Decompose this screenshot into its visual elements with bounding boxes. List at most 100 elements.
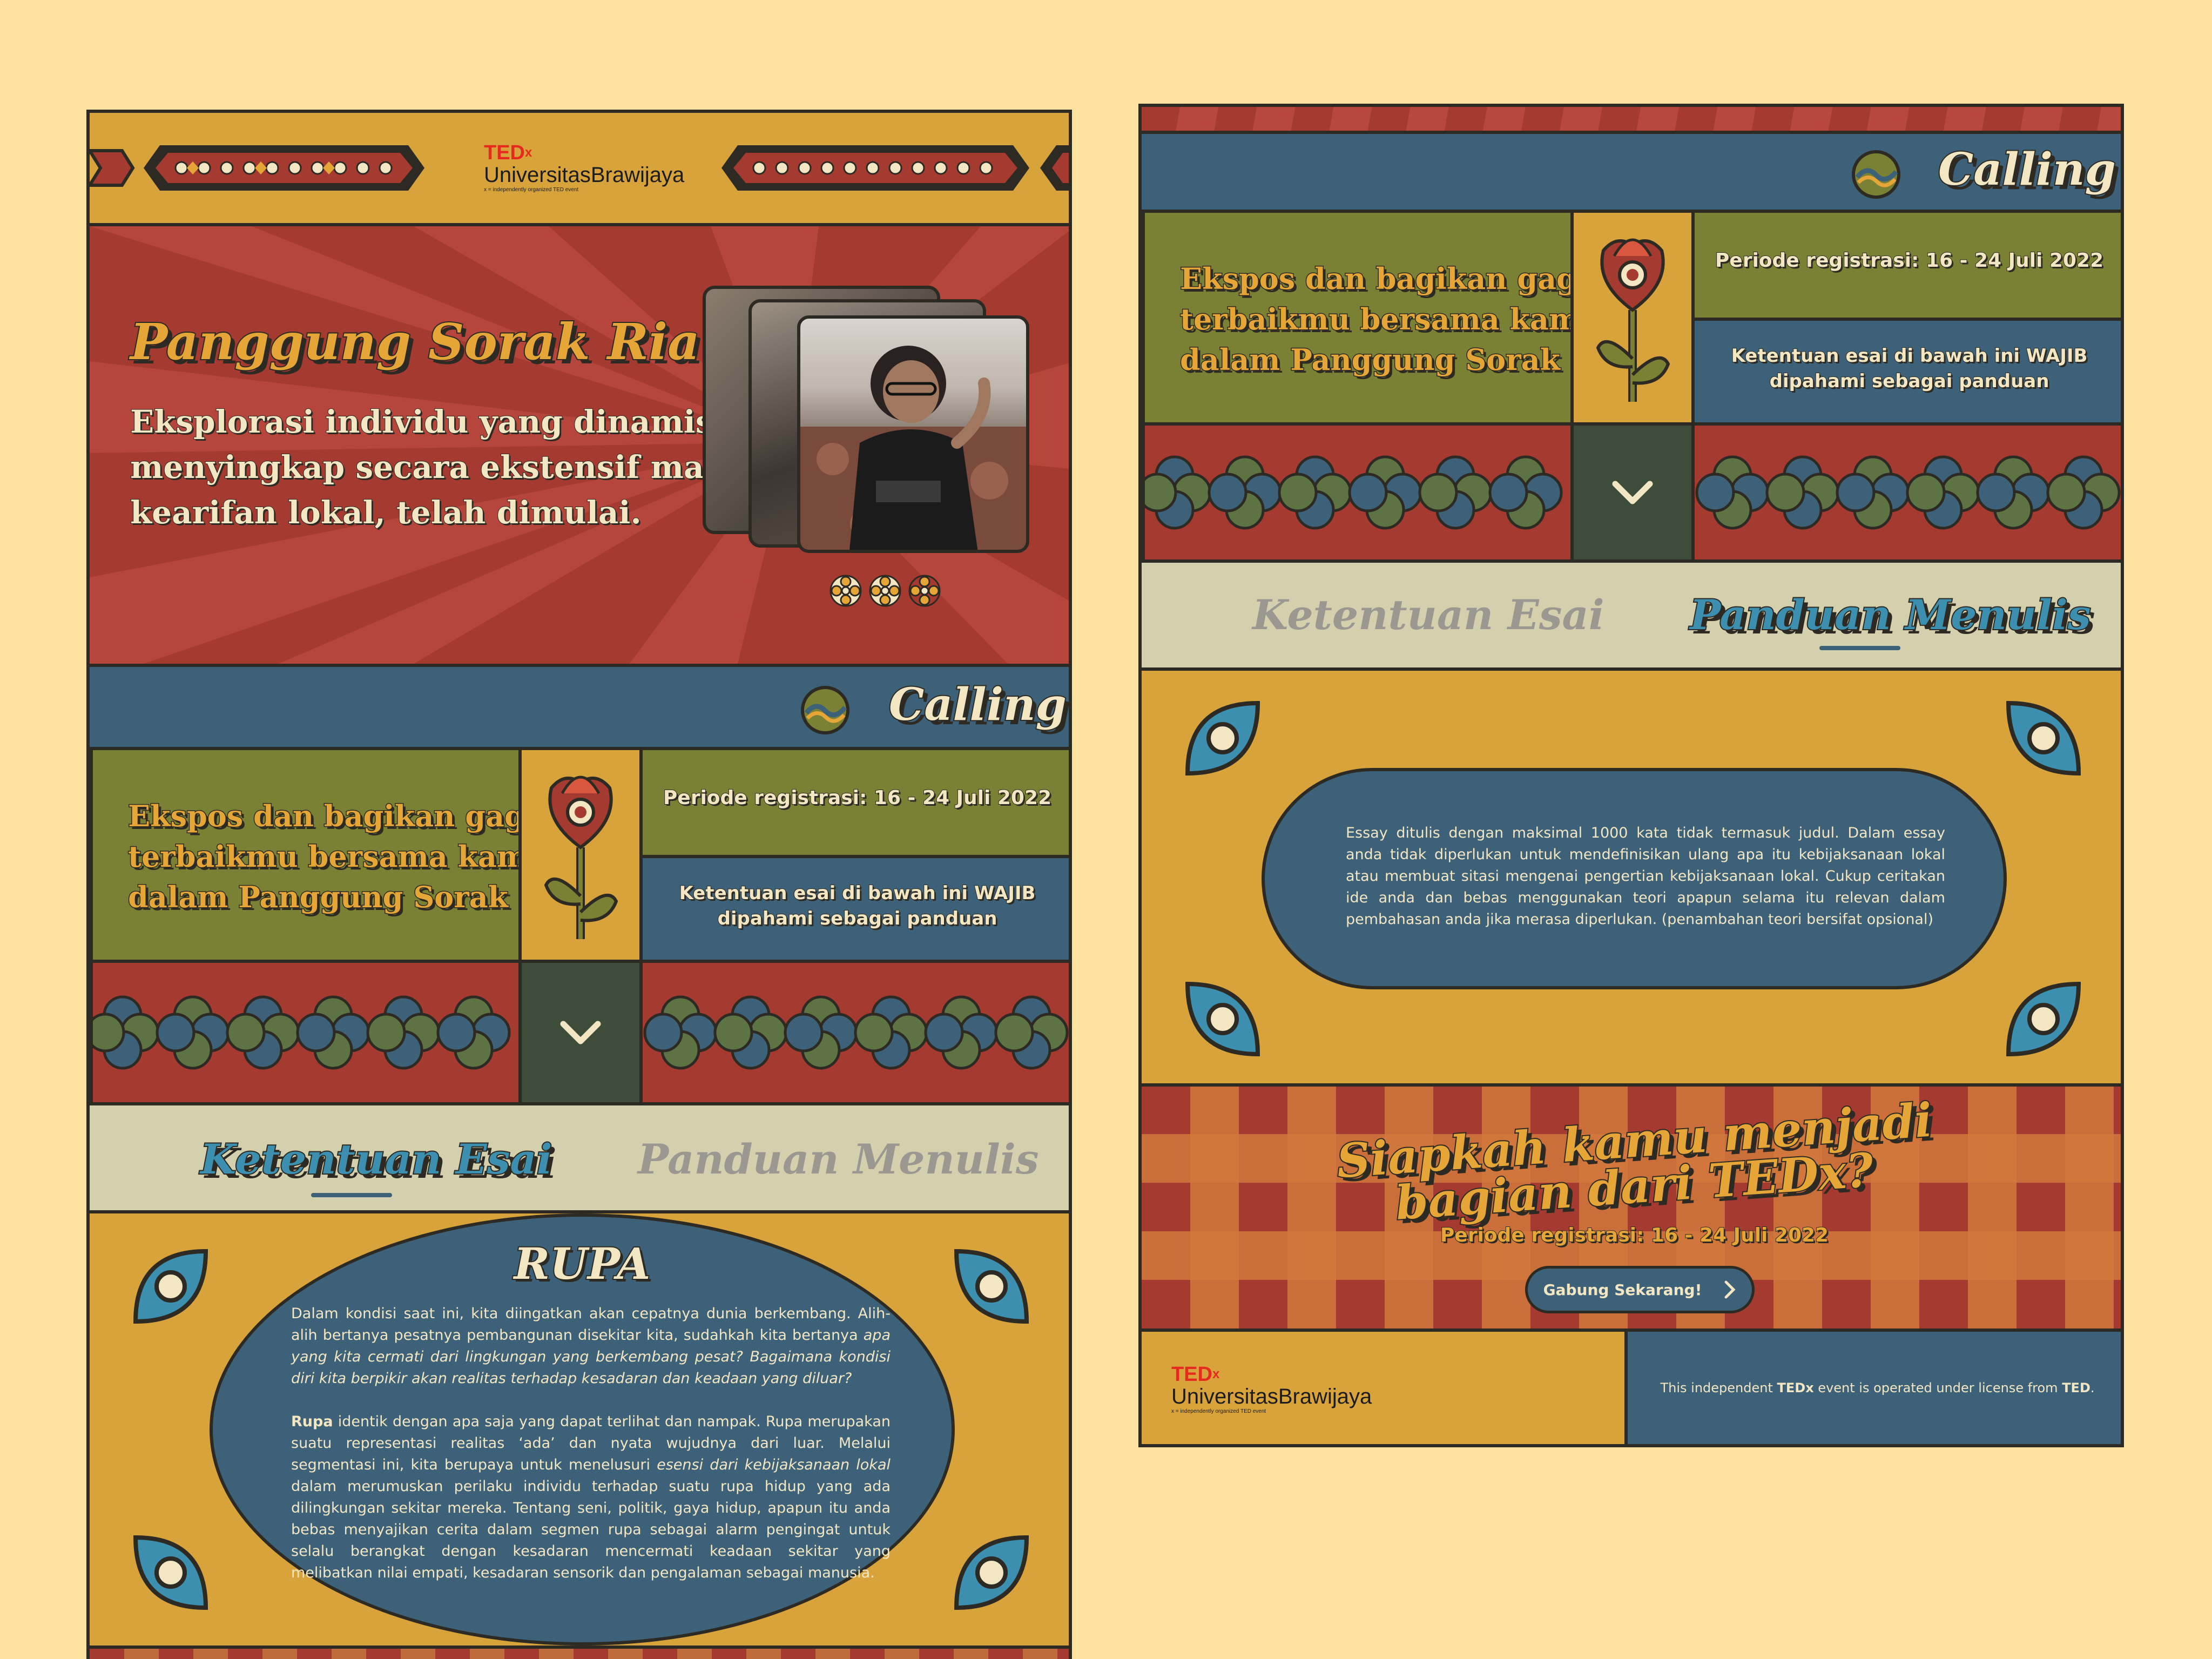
hero-title: Panggung Sorak Ria <box>129 312 701 372</box>
pinwheel-pattern-icon <box>90 995 511 1070</box>
license-text: This independent TEDx event is operated … <box>1660 1380 2095 1395</box>
ornament-right-icon <box>721 145 1069 191</box>
carousel-dot-2-icon <box>869 575 901 607</box>
join-now-label: Gabung Sekarang! <box>1543 1280 1702 1299</box>
rules-note-line: dipahami sebagai panduan <box>1769 370 2050 393</box>
chevron-right-icon <box>1724 1280 1736 1299</box>
invite-line: terbaikmu bersama kami <box>127 839 540 875</box>
speaker-photo[interactable] <box>797 315 1029 553</box>
site-header: TEDx UniversitasBrawijaya x = independen… <box>90 113 1069 226</box>
rules-note-tile: Ketentuan esai di bawah ini WAJIB dipaha… <box>1691 318 2121 426</box>
tulip-icon <box>544 775 618 939</box>
rupa-card: RUPA Dalam kondisi saat ini, kita diinga… <box>210 1213 955 1645</box>
join-now-button[interactable]: Gabung Sekarang! <box>1525 1266 1755 1313</box>
logo-ted: TED <box>1171 1363 1212 1386</box>
pinwheel-band-left <box>90 960 522 1105</box>
logo-x: x <box>525 145 532 160</box>
calling-for-banner: Calling fo <box>1142 131 2121 213</box>
globe-icon <box>1852 150 1900 199</box>
eye-icon <box>133 1535 208 1610</box>
tulip-icon <box>1596 238 1670 402</box>
invite-line: terbaikmu bersama kami <box>1179 301 1592 338</box>
invite-block: Ekspos dan bagikan gagasan terbaikmu ber… <box>1142 210 1653 426</box>
eye-icon <box>954 1249 1029 1324</box>
eye-icon <box>1185 700 1260 776</box>
rupa-section: RUPA Dalam kondisi saat ini, kita diinga… <box>90 1213 1069 1645</box>
hero-subtitle-line: kearifan lokal, telah dimulai. <box>130 494 642 531</box>
eye-icon <box>954 1535 1029 1610</box>
pinwheel-pattern-icon <box>643 995 1069 1070</box>
tab-ketentuan-esai[interactable]: Ketentuan Esai <box>199 1134 554 1184</box>
right-page-mockup: Calling fo Ekspos dan bagikan gagasan te… <box>1138 104 2124 1447</box>
period-tile: Periode registrasi: 16 - 24 Juli 2022 <box>639 747 1069 858</box>
footer-license-block: This independent TEDx event is operated … <box>1628 1332 2121 1444</box>
logo-name: UniversitasBrawijaya <box>484 163 685 187</box>
carousel-dot-1-icon <box>830 575 862 607</box>
rules-note-line: Ketentuan esai di bawah ini WAJIB <box>679 882 1036 905</box>
logo-ted: TED <box>484 141 525 164</box>
globe-icon <box>801 686 849 734</box>
chevron-down-icon <box>560 1021 601 1044</box>
cta-period: Periode registrasi: 16 - 24 Juli 2022 <box>1440 1224 1829 1247</box>
logo-x: x <box>1212 1367 1220 1381</box>
hero-subtitle-line: menyingkap secara ekstensif makna <box>130 448 770 486</box>
rules-note-line: Ketentuan esai di bawah ini WAJIB <box>1731 345 2088 367</box>
calling-for-text: Calling fo <box>1937 143 2121 197</box>
left-page-mockup: TEDx UniversitasBrawijaya x = independen… <box>86 110 1072 1659</box>
logo-name: UniversitasBrawijaya <box>1171 1385 1372 1408</box>
rupa-paragraph-2: Rupa identik dengan apa saja yang dapat … <box>291 1413 891 1581</box>
guide-text: Essay ditulis dengan maksimal 1000 kata … <box>1346 825 1945 928</box>
pinwheel-band-left <box>1142 422 1574 563</box>
tedx-logo: TEDx UniversitasBrawijaya x = independen… <box>1171 1364 1387 1418</box>
period-text: Periode registrasi: 16 - 24 Juli 2022 <box>663 786 1052 810</box>
pinwheel-pattern-icon <box>1142 455 1563 530</box>
carousel-dot-3-active-icon <box>908 575 941 607</box>
speaker-figure-icon <box>800 346 1026 550</box>
hero-subtitle-line: Eksplorasi individu yang dinamis dalam <box>130 403 832 441</box>
footer-logo-block: TEDx UniversitasBrawijaya x = independen… <box>1142 1332 1628 1444</box>
carousel-dots[interactable] <box>827 572 946 610</box>
chevron-down-icon <box>1612 481 1653 504</box>
tedx-logo: TEDx UniversitasBrawijaya x = independen… <box>484 143 689 197</box>
guide-card: Essay ditulis dengan maksimal 1000 kata … <box>1262 768 2007 989</box>
invite-line: dalam Panggung Sorak Ria. <box>1179 342 1635 378</box>
rules-note-line: dipahami sebagai panduan <box>717 907 998 930</box>
eye-icon <box>2006 981 2081 1057</box>
rules-note-tile: Ketentuan esai di bawah ini WAJIB dipaha… <box>639 855 1069 963</box>
tab-panduan-menulis[interactable]: Panduan Menulis <box>1689 590 2092 640</box>
checker-strip <box>90 1645 1069 1659</box>
tulip-tile <box>1570 210 1695 426</box>
pinwheel-band-right <box>639 960 1069 1105</box>
logo-tagline: x = independently organized TED event <box>1171 1408 1266 1414</box>
calling-for-text: Calling fo <box>888 678 1069 732</box>
rupa-paragraph-1: Dalam kondisi saat ini, kita diingatkan … <box>291 1305 891 1387</box>
eye-icon <box>2006 700 2081 776</box>
sunburst-top-strip <box>1142 107 2121 131</box>
pinwheel-pattern-icon <box>1695 455 2121 530</box>
cta-section: Siapkah kamu menjadi bagian dari TEDx? P… <box>1142 1087 2121 1332</box>
tulip-tile <box>518 747 643 963</box>
scroll-down-button[interactable] <box>1570 422 1695 563</box>
tab-ketentuan-esai[interactable]: Ketentuan Esai <box>1252 591 1604 639</box>
pinwheel-band-right <box>1691 422 2121 563</box>
hero-section: Panggung Sorak Ria Eksplorasi individu y… <box>90 226 1069 664</box>
tab-panduan-menulis[interactable]: Panduan Menulis <box>638 1135 1038 1183</box>
eye-icon <box>1185 981 1260 1057</box>
rupa-body: Dalam kondisi saat ini, kita diingatkan … <box>291 1303 891 1584</box>
rupa-title: RUPA <box>513 1237 652 1290</box>
active-tab-indicator <box>1819 646 1900 650</box>
invite-block: Ekspos dan bagikan gagasan terbaikmu ber… <box>90 747 601 963</box>
scroll-down-button[interactable] <box>518 960 643 1105</box>
tab-bar: Ketentuan Esai Panduan Menulis <box>1142 563 2121 671</box>
ornament-left-icon <box>90 145 424 191</box>
guide-section: Essay ditulis dengan maksimal 1000 kata … <box>1142 671 2121 1087</box>
logo-tagline: x = independently organized TED event <box>484 187 579 193</box>
hero-subtitle: Eksplorasi individu yang dinamis dalam m… <box>130 399 832 535</box>
period-tile: Periode registrasi: 16 - 24 Juli 2022 <box>1691 210 2121 321</box>
invite-line: dalam Panggung Sorak Ria. <box>127 879 583 915</box>
tab-bar: Ketentuan Esai Panduan Menulis <box>90 1105 1069 1213</box>
calling-for-banner: Calling fo <box>90 664 1069 750</box>
active-tab-indicator <box>311 1193 392 1197</box>
eye-icon <box>133 1249 208 1324</box>
period-text: Periode registrasi: 16 - 24 Juli 2022 <box>1715 249 2104 272</box>
